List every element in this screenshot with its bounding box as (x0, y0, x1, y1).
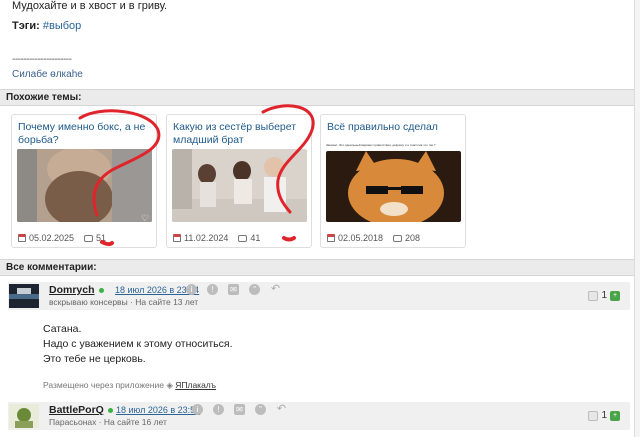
favorite-icon[interactable]: ♡ (141, 214, 150, 223)
app-icon: ◈ (166, 380, 173, 390)
vote-count: 1 (601, 410, 607, 421)
comment-line: Сатана. (43, 323, 82, 335)
similar-card[interactable]: Всё правильно сделал Заказал. Это идеаль… (320, 114, 466, 248)
card-thumbnail[interactable] (172, 149, 307, 222)
comment-header: Domrych 18 июл 2026 в 23:54 вскрываю кон… (8, 282, 630, 310)
card-date: 11.02.2024 (184, 233, 229, 243)
mail-icon[interactable]: ✉ (234, 404, 245, 415)
info-icon[interactable]: i (192, 404, 203, 415)
calendar-icon (18, 234, 26, 242)
warning-icon[interactable]: ! (207, 284, 218, 295)
card-thumbnail[interactable] (326, 151, 461, 222)
card-meta: 02.05.2018 208 (327, 233, 426, 243)
card-date: 05.02.2025 (29, 233, 75, 243)
tags-label: Тэги: (12, 20, 40, 32)
calendar-icon (173, 234, 181, 242)
vote-up-button[interactable]: + (610, 290, 620, 301)
tags-row: Тэги: #выбор (12, 20, 81, 32)
comment-line: Надо с уважением к этому относиться. (43, 338, 233, 350)
vote-down-button[interactable] (588, 290, 599, 301)
comment-date[interactable]: 18 июл 2026 в 23:55 (116, 405, 200, 415)
card-thumbnail[interactable] (17, 149, 152, 222)
vote-up-button[interactable]: + (610, 410, 620, 421)
comment-body: Сатана. Надо с уважением к этому относит… (43, 322, 233, 367)
comment-icon (84, 234, 94, 242)
calendar-icon (327, 234, 335, 242)
comment-vote: 1 + (588, 410, 620, 421)
post-text: Мудохайте и в хвост и в гриву. (12, 0, 168, 12)
comment-icon (393, 234, 403, 242)
comment-line: Это тебе не церковь. (43, 353, 146, 365)
quote-icon[interactable]: " (249, 284, 260, 295)
signature: Силабе өлкаhе (12, 69, 83, 80)
vote-down-button[interactable] (588, 410, 599, 421)
similar-card[interactable]: Какую из сестёр выберет младший брат 11.… (166, 114, 312, 248)
quote-icon[interactable]: " (255, 404, 266, 415)
comment-actions: i ! ✉ " ↶ (186, 284, 281, 295)
similar-card[interactable]: Почему именно бокс, а не борьба? ♡ 05.02… (11, 114, 157, 248)
card-meta: 05.02.2025 51 (18, 233, 112, 243)
online-indicator (108, 408, 113, 413)
tag-link[interactable]: #выбор (43, 20, 81, 32)
comments-heading: Все комментарии: (0, 259, 634, 276)
posted-via: Размещено через приложение ◈ ЯПлакалъ (43, 380, 216, 391)
reply-icon[interactable]: ↶ (270, 284, 281, 295)
card-image-caption: Заказал. Это идеальный вариант приветств… (326, 143, 436, 147)
posted-via-label: Размещено через приложение (43, 380, 164, 390)
posted-via-app[interactable]: ЯПлакалъ (175, 380, 216, 390)
online-indicator (99, 288, 104, 293)
comment-author-status: вскрываю консервы · На сайте 13 лет (49, 297, 199, 307)
vote-count: 1 (601, 290, 607, 301)
comment-vote: 1 + (588, 290, 620, 301)
scrollbar-track[interactable] (634, 0, 640, 437)
comment-author[interactable]: Domrych (49, 284, 95, 296)
card-meta: 11.02.2024 41 (173, 233, 266, 243)
reply-icon[interactable]: ↶ (276, 404, 287, 415)
card-title[interactable]: Почему именно бокс, а не борьба? (18, 121, 150, 147)
avatar[interactable] (9, 404, 39, 428)
info-icon[interactable]: i (186, 284, 197, 295)
warning-icon[interactable]: ! (213, 404, 224, 415)
card-title[interactable]: Какую из сестёр выберет младший брат (173, 121, 305, 147)
card-title[interactable]: Всё правильно сделал (327, 121, 459, 134)
comment-actions: i ! ✉ " ↶ (192, 404, 287, 415)
similar-topics-heading: Похожие темы: (0, 89, 634, 106)
signature-separator: --------------------- (12, 54, 72, 65)
comment-author[interactable]: BattlePorQ (49, 404, 104, 416)
comment-author-status: Парасьонах · На сайте 16 лет (49, 417, 167, 427)
mail-icon[interactable]: ✉ (228, 284, 239, 295)
card-date: 02.05.2018 (338, 233, 384, 243)
card-comments: 41 (250, 233, 261, 243)
card-comments: 51 (96, 233, 107, 243)
card-comments: 208 (405, 233, 421, 243)
comment-header: BattlePorQ 18 июл 2026 в 23:55 Парасьона… (8, 402, 630, 430)
comment-icon (238, 234, 248, 242)
avatar[interactable] (9, 284, 39, 308)
